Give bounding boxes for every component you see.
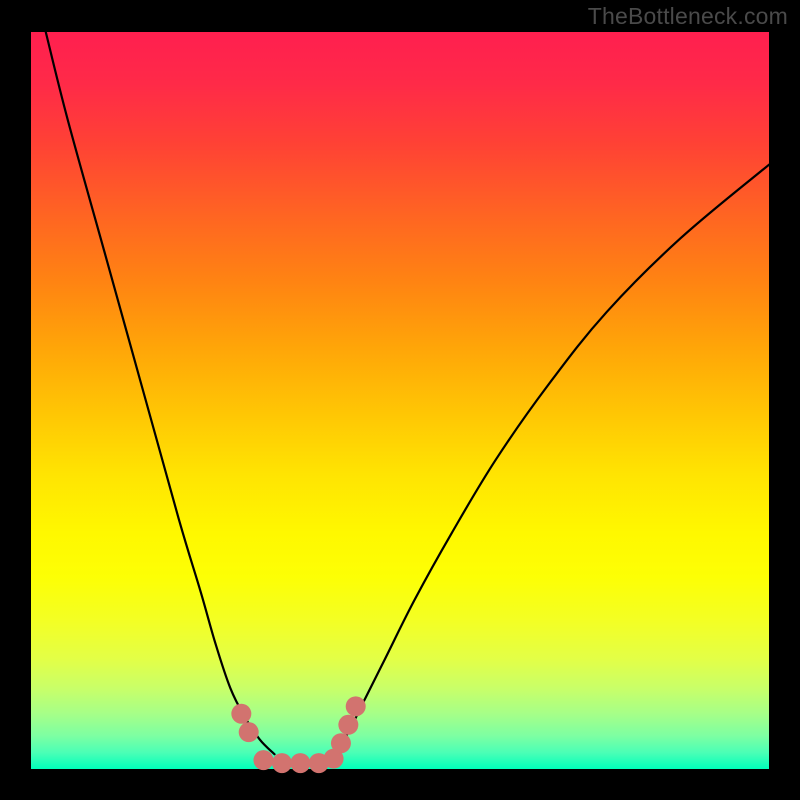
valley-marker <box>290 753 310 773</box>
valley-marker <box>331 733 351 753</box>
valley-marker <box>239 722 259 742</box>
watermark-text: TheBottleneck.com <box>588 3 788 30</box>
chart-stage: TheBottleneck.com <box>0 0 800 800</box>
valley-marker <box>338 715 358 735</box>
bottleneck-chart <box>0 0 800 800</box>
valley-marker <box>346 696 366 716</box>
plot-background <box>31 32 769 769</box>
valley-marker <box>253 750 273 770</box>
valley-marker <box>231 704 251 724</box>
valley-marker <box>272 753 292 773</box>
